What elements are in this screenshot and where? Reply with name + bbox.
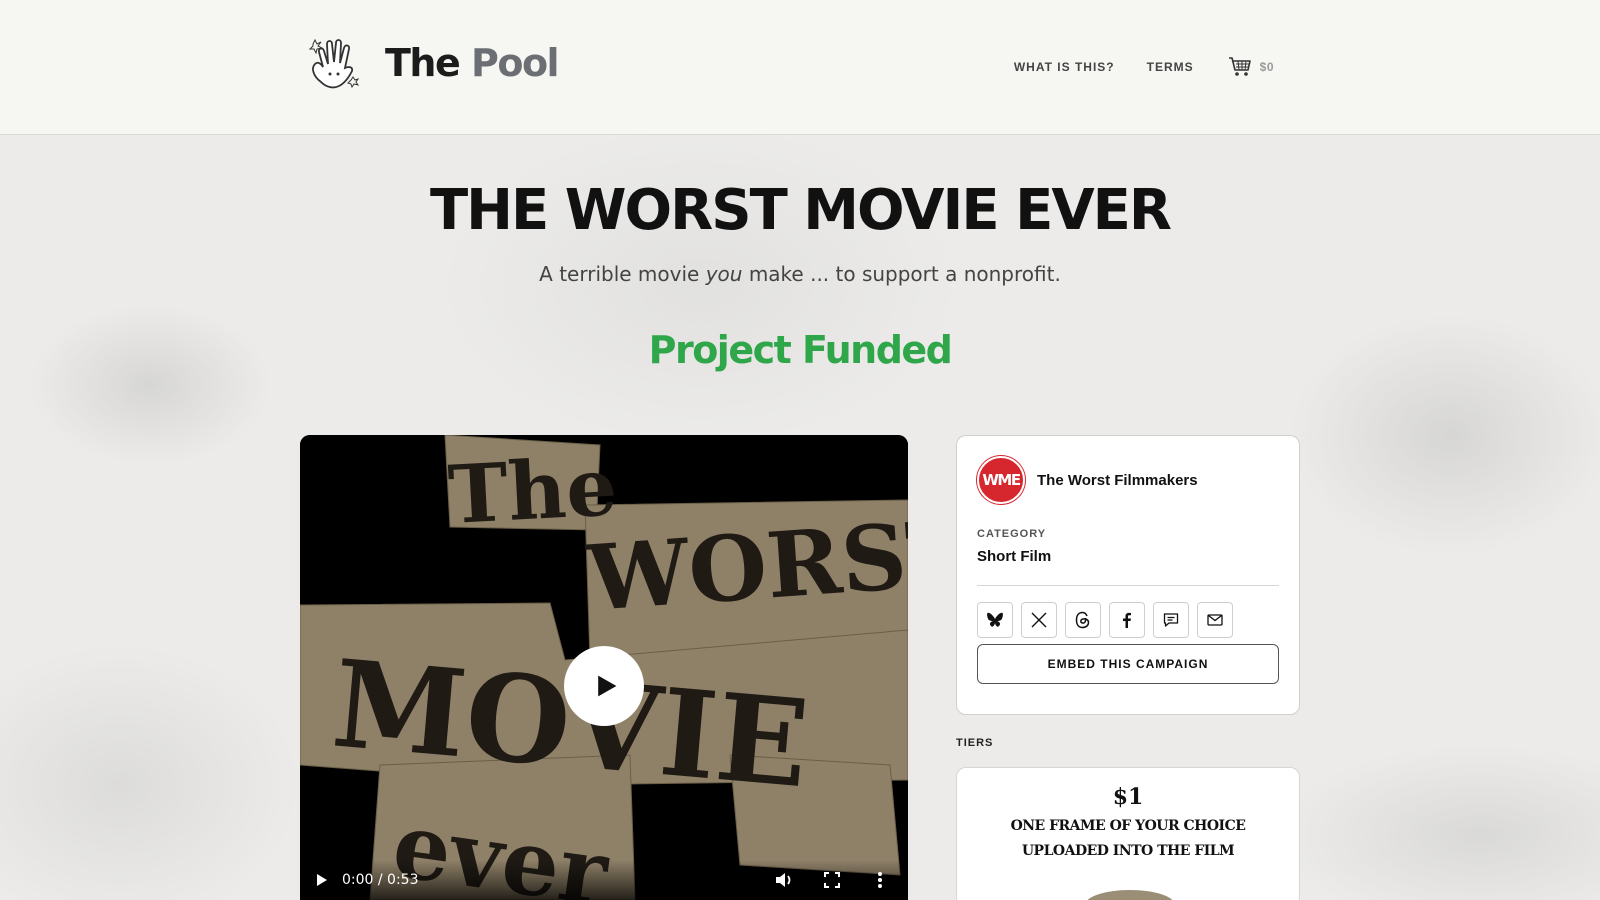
card-divider — [977, 585, 1279, 586]
subtitle-part-2: make ... to support a nonprofit. — [748, 261, 1061, 286]
play-small-icon — [317, 874, 327, 886]
creator-name[interactable]: The Worst Filmmakers — [1037, 472, 1198, 489]
controls-right — [774, 870, 890, 890]
campaign-title: THE WORST MOVIE EVER — [429, 178, 1172, 243]
play-icon — [598, 675, 617, 697]
email-icon — [1207, 614, 1223, 626]
volume-icon — [776, 873, 791, 887]
share-sms-button[interactable] — [1153, 602, 1189, 638]
fullscreen-icon — [824, 872, 840, 888]
site-header: The Pool WHAT IS THIS? TERMS $0 — [0, 0, 1600, 135]
x-icon — [1031, 612, 1047, 628]
fullscreen-button[interactable] — [822, 870, 842, 890]
tier-card[interactable]: $1 ONE FRAME OF YOUR CHOICE UPLOADED INT… — [956, 767, 1300, 900]
share-buttons — [977, 602, 1279, 638]
share-x-button[interactable] — [1021, 602, 1057, 638]
facebook-icon — [1123, 612, 1131, 628]
creator-row[interactable]: WME The Worst Filmmakers — [977, 456, 1279, 504]
tier-description-line-2: UPLOADED INTO THE FILM — [1021, 842, 1235, 859]
nav-what-is-this[interactable]: WHAT IS THIS? — [1014, 60, 1115, 74]
waving-hand-icon — [308, 38, 360, 89]
logo-text: The Pool — [385, 41, 560, 85]
share-threads-button[interactable] — [1065, 602, 1101, 638]
main-nav: WHAT IS THIS? TERMS $0 — [982, 56, 1274, 78]
tier-image — [1085, 890, 1175, 900]
embed-campaign-button[interactable]: EMBED THIS CAMPAIGN — [977, 644, 1279, 684]
category-label: CATEGORY — [977, 528, 1047, 540]
campaign-info-card: WME The Worst Filmmakers CATEGORY Short … — [956, 435, 1300, 715]
category-value: Short Film — [977, 548, 1052, 565]
video-time: 0:00 / 0:53 — [342, 872, 419, 888]
share-facebook-button[interactable] — [1109, 602, 1145, 638]
logo-word-the: The — [385, 41, 461, 85]
campaign-subtitle: A terrible movie you make ... to support… — [0, 262, 1600, 286]
subtitle-part-1: A terrible movie — [539, 261, 700, 286]
tier-price: $1 — [1112, 784, 1144, 810]
more-vertical-icon — [878, 872, 882, 888]
nav-terms[interactable]: TERMS — [1147, 60, 1194, 74]
logo-word-pool: Pool — [470, 41, 560, 85]
creator-avatar: WME — [977, 456, 1025, 504]
campaign-hero: THE WORST MOVIE EVER A terrible movie yo… — [0, 180, 1600, 372]
play-overlay-button[interactable] — [564, 646, 644, 726]
cart-amount: $0 — [1259, 60, 1274, 74]
shopping-cart-icon — [1228, 57, 1251, 76]
sms-icon — [1163, 613, 1179, 627]
tier-description-line-1: ONE FRAME OF YOUR CHOICE — [1010, 818, 1246, 834]
cart-button[interactable]: $0 — [1228, 56, 1274, 78]
video-controls: 0:00 / 0:53 — [300, 860, 908, 900]
share-email-button[interactable] — [1197, 602, 1233, 638]
volume-button[interactable] — [774, 870, 794, 890]
tiers-heading: TIERS — [956, 737, 994, 749]
video-player[interactable]: The WORST MOVIE ever 0:00 / 0:53 — [300, 435, 908, 900]
site-logo[interactable]: The Pool — [305, 36, 560, 90]
subtitle-emphasis: you — [705, 261, 743, 286]
bluesky-icon — [987, 612, 1003, 627]
play-button[interactable] — [312, 870, 332, 890]
share-bluesky-button[interactable] — [977, 602, 1013, 638]
funding-status: Project Funded — [648, 327, 953, 372]
threads-icon — [1075, 611, 1090, 629]
more-options-button[interactable] — [870, 870, 890, 890]
